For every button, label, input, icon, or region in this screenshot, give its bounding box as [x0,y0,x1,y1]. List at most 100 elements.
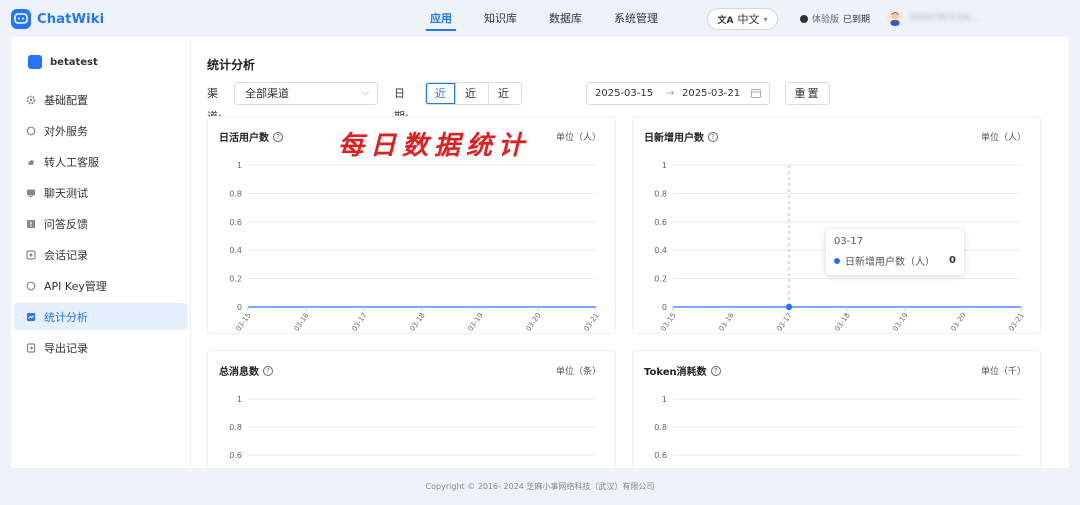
y-tick-label: 0.2 [229,275,242,284]
sidebar-item-label: 聊天测试 [44,186,88,200]
x-tick-label: 03-16 [717,311,736,333]
x-tick-label: 03-20 [949,312,967,333]
plan-icon [800,14,808,23]
export-icon [26,342,36,353]
x-tick-label: 03-20 [524,312,542,333]
chart-title-text: 日活用户数 [219,133,269,144]
calendar-icon [751,83,761,112]
channel-select[interactable]: 全部渠道 ⌵ [234,82,378,105]
sidebar-item-external-service[interactable]: 对外服务 [14,117,187,144]
x-tick-label: 03-19 [466,312,484,333]
y-tick-label: 0.6 [229,218,242,227]
chart-title-text: Token消耗数 [644,367,707,378]
chatwiki-logo-icon [11,9,31,29]
date-range-30d[interactable]: 近30日 [489,83,521,104]
channel-select-value: 全部渠道 [245,87,289,100]
sidebar: betatest 基础配置 对外服务 转人工客服 聊天测试 问答反馈 会话记录 … [11,37,191,468]
app-name: betatest [50,56,98,68]
chart-unit: 单位（人） [980,133,1026,143]
sidebar-item-label: API Key管理 [44,279,107,293]
help-icon[interactable]: ? [708,131,718,142]
sidebar-item-qa-feedback[interactable]: 问答反馈 [14,210,187,237]
sidebar-item-label: 会话记录 [44,248,88,262]
range-arrow-icon: → [666,88,675,99]
sidebar-item-chat-test[interactable]: 聊天测试 [14,179,187,206]
chart-title: Token消耗数 ? [644,363,721,378]
nav-item-apps[interactable]: 应用 [424,0,458,37]
feedback-icon [26,219,36,229]
sidebar-item-api-key[interactable]: API Key管理 [14,272,187,299]
chevron-down-icon: ⌵ [362,88,369,98]
nav-item-database[interactable]: 数据库 [543,0,588,37]
chevron-down-icon: ▾ [763,14,768,24]
date-range-14d[interactable]: 近14日 [456,83,489,104]
gear-icon [26,95,36,105]
chart-card-daily-new-users: 0 0.2 0.4 0.6 0.8 1 03-15 03-16 03-17 03-18 03-19 0… [632,116,1041,334]
sidebar-item-session-records[interactable]: 会话记录 [14,241,187,268]
x-tick-label: 03-21 [1007,312,1025,333]
x-tick-label: 03-18 [833,312,851,333]
chart-title: 日活用户数 ? [219,129,283,144]
date-range-7d[interactable]: 近7日 [426,83,456,104]
nav-item-knowledge-base[interactable]: 知识库 [478,0,523,37]
x-tick-label: 03-21 [582,312,600,333]
translate-icon: 文A [717,15,734,26]
y-tick-label: 1 [237,395,242,404]
sidebar-item-basic-config[interactable]: 基础配置 [14,86,187,113]
reset-button[interactable]: 重置 [785,82,830,105]
y-tick-label: 0.6 [229,451,242,460]
language-switcher[interactable]: 文A 中文 ▾ [707,8,778,30]
chart-unit: 单位（人） [555,133,601,143]
footer-copyright: Copyright © 2016- 2024 芝麻小事网络科技（武汉）有限公司 [425,482,655,491]
sidebar-item-label: 问答反馈 [44,217,88,231]
main-nav: 应用 知识库 数据库 系统管理 [424,0,684,37]
sidebar-item-label: 对外服务 [44,124,88,138]
user-name: 00007B7C5A... [909,13,981,23]
sidebar-item-label: 基础配置 [44,93,88,107]
chart-tooltip: 03-17 日新增用户数（人） 0 [826,229,964,275]
sidebar-item-export-records[interactable]: 导出记录 [14,334,187,361]
chart-card-total-messages: 1 0.8 0.6 总消息数 ? 单位（条） [207,350,616,468]
chart-title: 日新增用户数 ? [644,129,718,144]
y-tick-label: 0.8 [654,423,667,432]
sidebar-item-statistics[interactable]: 统计分析 [14,303,187,330]
x-tick-label: 03-19 [891,312,909,333]
sidebar-item-label: 导出记录 [44,341,88,355]
hand-icon [26,157,36,167]
plan-badge: 体验版 [812,15,840,25]
avatar [887,10,903,26]
start-date: 2025-03-15 [595,88,654,99]
sidebar-item-human-agent[interactable]: 转人工客服 [14,148,187,175]
y-tick-label: 0.8 [229,423,242,432]
monitor-icon [26,188,36,198]
user-menu[interactable]: 00007B7C5A... [887,10,980,26]
x-tick-label: 03-15 [659,312,677,333]
page-title: 统计分析 [207,58,256,72]
brand[interactable]: ChatWiki [11,9,104,29]
nav-item-system-admin[interactable]: 系统管理 [608,0,664,37]
app-header: betatest [28,55,98,69]
help-icon[interactable]: ? [263,365,273,376]
y-tick-label: 0.4 [229,246,242,255]
y-tick-label: 0.6 [654,218,667,227]
y-tick-label: 0.2 [654,275,667,284]
y-tick-label: 1 [237,161,242,170]
date-range-picker[interactable]: 2025-03-15 → 2025-03-21 [586,82,770,105]
main-panel: betatest 基础配置 对外服务 转人工客服 聊天测试 问答反馈 会话记录 … [11,37,1069,468]
sidebar-item-label: 统计分析 [44,310,88,324]
help-icon[interactable]: ? [273,131,283,142]
chart-title: 总消息数 ? [219,363,273,378]
x-tick-label: 03-16 [292,311,311,333]
data-point [785,303,793,311]
help-icon[interactable]: ? [710,365,721,376]
channel-label: 渠道: [207,87,222,123]
plan-status[interactable]: 体验版 已到期 [800,12,870,25]
y-tick-label: 0 [662,303,667,312]
end-date: 2025-03-21 [682,88,741,99]
content-area: 统计分析 渠道: 全部渠道 ⌵ 日期: 近7日 近14日 近30日 2025-0… [192,37,1069,468]
y-tick-label: 1 [662,395,667,404]
date-range-tabs: 近7日 近14日 近30日 [425,82,522,105]
chart-icon [26,312,36,322]
x-tick-label: 03-17 [775,312,793,333]
sidebar-menu: 基础配置 对外服务 转人工客服 聊天测试 问答反馈 会话记录 API Key管理… [14,86,187,365]
